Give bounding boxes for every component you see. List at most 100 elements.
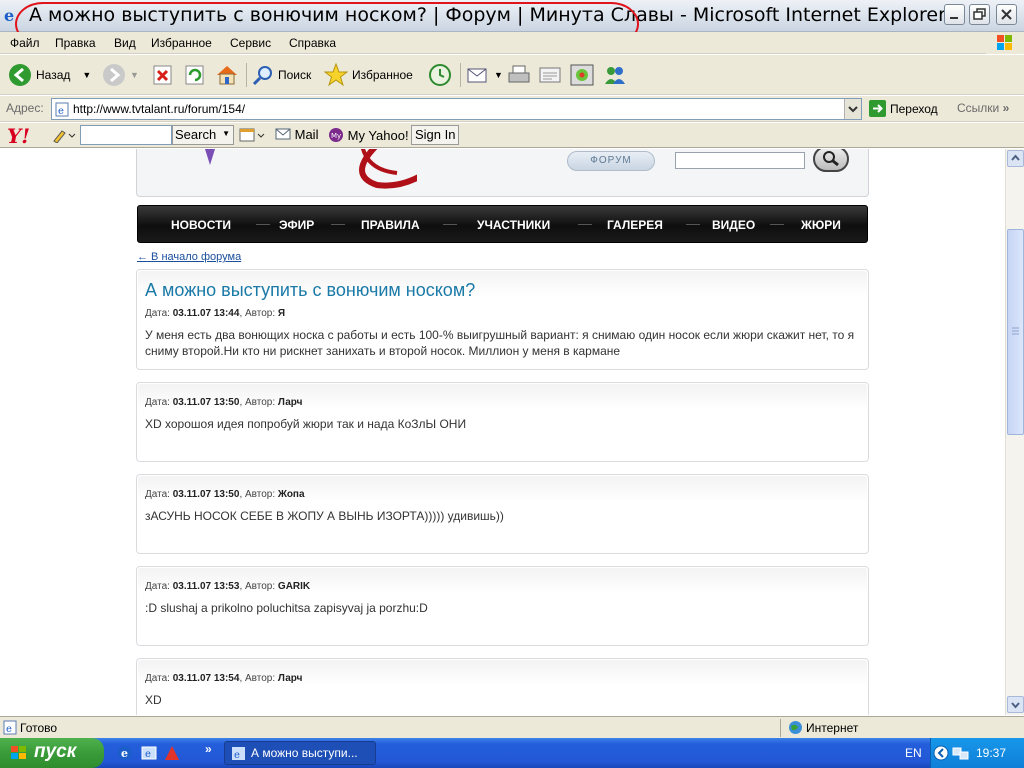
yahoo-sign-in-button[interactable]: Sign In [411,125,460,145]
magnifier-icon [823,151,839,167]
back-button[interactable]: Назад ▼ [8,61,91,89]
language-indicator[interactable]: EN [905,746,922,760]
yahoo-options-icon[interactable] [239,127,267,146]
post-date: 03.11.07 13:50 [172,489,240,500]
ie-task-icon: e [232,747,245,761]
my-yahoo-link[interactable]: My My Yahoo! [328,127,409,143]
clock: 19:37 [976,746,1007,760]
restore-button[interactable] [969,4,990,25]
address-input[interactable]: e http://www.tvtalant.ru/forum/154/ [51,98,862,120]
nav-participants[interactable]: УЧАСТНИКИ [477,218,550,232]
menu-favorites[interactable]: Избранное [151,36,212,50]
forward-button[interactable]: ▼ [102,61,139,89]
scroll-thumb[interactable] [1007,229,1024,435]
post-author[interactable]: Ларч [278,673,303,684]
printer-icon [508,65,530,83]
address-dropdown-icon[interactable] [844,99,861,119]
yahoo-search-button[interactable]: Search ▼ [172,125,234,145]
post-author[interactable]: Ларч [278,397,303,408]
back-dropdown-icon[interactable]: ▼ [82,70,91,80]
page-icon: e [55,102,69,117]
vertical-scrollbar[interactable] [1005,149,1024,715]
forum-post: Дата: 03.11.07 13:54, Автор: Ларч XD [136,658,869,715]
links-label: Ссылки [957,101,1000,115]
network-icon[interactable] [952,744,970,765]
close-button[interactable] [996,4,1017,25]
taskbar-item-ie[interactable]: e А можно выступи... [224,741,376,765]
nav-broadcast[interactable]: ЭФИР [279,218,314,232]
nav-jury[interactable]: ЖЮРИ [801,218,841,232]
site-nav-bar: НОВОСТИ ЭФИР ПРАВИЛА УЧАСТНИКИ ГАЛЕРЕЯ В… [137,205,868,243]
favorites-button[interactable]: Избранное [324,61,413,89]
taskbar-item-label: А можно выступи... [251,746,358,760]
tray-expand-icon[interactable] [933,745,949,764]
forum-post: Дата: 03.11.07 13:50, Автор: Жопа зАСУНЬ… [136,474,869,554]
quicklaunch-chevron-icon[interactable]: » [205,742,212,756]
start-button[interactable]: пуск [0,738,104,768]
icq-button[interactable] [570,61,594,89]
menu-help[interactable]: Справка [289,36,336,50]
post-meta: Дата: 03.11.07 13:53, Автор: GARIK [145,581,311,592]
search-button[interactable]: Поиск [252,61,311,89]
yahoo-toolbar: Y! Search ▼ Mail My My Yahoo! Sign In [0,123,1024,148]
post-author[interactable]: Жопа [278,489,305,500]
post-author[interactable]: GARIK [278,581,310,592]
messenger-icon [605,67,625,84]
links-toolbar[interactable]: Ссылки » [957,101,1009,115]
edit-button[interactable] [538,61,562,89]
mail-button[interactable]: ▼ [466,61,503,89]
minimize-button[interactable] [944,4,965,25]
yahoo-search-input[interactable] [80,125,172,145]
window-title-bar[interactable]: e А можно выступить с вонючим носком? | … [0,0,1024,46]
svg-text:e: e [6,724,12,735]
print-button[interactable] [507,61,531,89]
menu-view[interactable]: Вид [114,36,136,50]
forum-post: А можно выступить с вонючим носком? Дата… [136,269,869,370]
pencil-icon[interactable] [52,127,76,146]
post-author[interactable]: Я [278,308,285,319]
site-search-input[interactable] [675,152,805,169]
site-search-button[interactable] [813,149,849,172]
nav-video[interactable]: ВИДЕО [712,218,755,232]
nav-gallery[interactable]: ГАЛЕРЕЯ [607,218,663,232]
icq-flower-icon [570,64,594,86]
forum-post: Дата: 03.11.07 13:50, Автор: Ларч XD хор… [136,382,869,462]
refresh-icon [185,65,204,85]
yahoo-search-label: Search [175,127,217,142]
back-to-forum-link[interactable]: ← В начало форума [137,251,241,263]
go-arrow-icon [869,100,886,117]
nav-news[interactable]: НОВОСТИ [171,218,231,232]
post-meta: Дата: 03.11.07 13:50, Автор: Жопа [145,489,305,500]
yahoo-logo[interactable]: Y! [7,124,30,148]
star-icon [324,63,348,87]
internet-zone-icon [789,721,802,734]
svg-text:e: e [145,749,151,760]
quicklaunch-app-icon[interactable] [163,745,181,764]
refresh-button[interactable] [184,61,206,89]
quicklaunch-ie-icon[interactable]: e [116,745,134,764]
start-label: пуск [34,741,77,762]
search-icon [252,66,272,86]
scroll-up-button[interactable] [1007,150,1024,167]
mail-icon [467,68,487,83]
nav-rules[interactable]: ПРАВИЛА [361,218,420,232]
quicklaunch-browser-icon[interactable]: e [140,745,158,764]
home-button[interactable] [215,61,239,89]
menu-file[interactable]: Файл [10,36,40,50]
messenger-button[interactable] [602,61,628,89]
scroll-down-button[interactable] [1007,696,1024,713]
forward-arrow-icon [103,64,125,86]
taskbar: пуск e e » e А можно выступи... EN 19:37 [0,738,1024,768]
history-button[interactable] [428,61,452,89]
yahoo-mail-link[interactable]: Mail [275,127,318,142]
go-button[interactable]: Переход [869,100,938,117]
svg-text:My: My [331,132,341,140]
menu-tools[interactable]: Сервис [230,36,271,50]
svg-text:e: e [234,750,240,761]
stop-button[interactable] [152,61,174,89]
menu-edit[interactable]: Правка [55,36,96,50]
forum-pill-button[interactable]: ФОРУМ [567,151,655,171]
favorites-label: Избранное [352,68,413,82]
site-header: ФОРУМ [136,149,869,197]
home-icon [217,66,237,85]
